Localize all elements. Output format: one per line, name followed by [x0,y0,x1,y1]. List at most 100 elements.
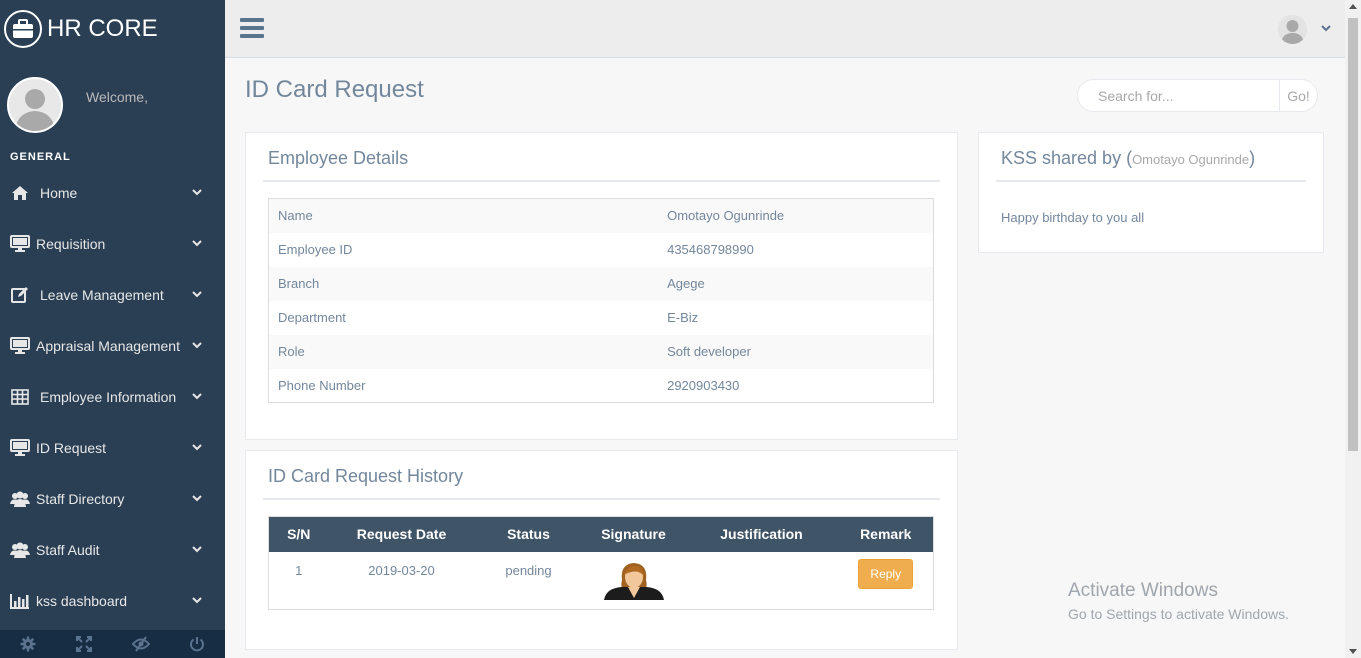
detail-label: Branch [278,276,320,291]
kss-title-prefix: KSS shared by ( [1001,148,1133,168]
table-row: Employee ID 435468798990 [269,233,934,267]
column-header: Status [507,526,550,543]
sidebar-item-label: Requisition [36,235,106,252]
sidebar-item-home[interactable]: Home [0,167,225,218]
cell-request-date: 2019-03-20 [368,562,435,578]
table-row: 1 2019-03-20 pending Reply [269,552,934,610]
panel-title: ID Card Request History [268,466,464,486]
watermark-title: Activate Windows [1068,580,1218,601]
users-icon [10,541,30,559]
scrollbar[interactable] [1345,0,1361,658]
page-title: ID Card Request [245,76,424,103]
sidebar-item-staff-directory[interactable]: Staff Directory [0,473,225,524]
bar-chart-icon [10,592,30,610]
lock-button[interactable] [113,630,169,658]
detail-value: E-Biz [667,310,699,325]
scroll-down-icon[interactable] [1349,649,1357,654]
sidebar-item-label: Leave Management [40,286,164,303]
divider [263,498,940,500]
detail-value: 2920903430 [667,377,740,393]
logout-button[interactable] [169,630,225,658]
sidebar-item-label: Staff Audit [36,541,100,558]
detail-value: Agege [667,276,705,291]
cell-status: pending [505,562,552,578]
chevron-down-icon [192,495,202,502]
search-go-button[interactable]: Go! [1279,80,1317,111]
table-header-row: S/N Request Date Status Signature Justif… [268,516,934,552]
chevron-down-icon [192,393,202,400]
kss-title-suffix: ) [1249,148,1256,168]
scrollbar-thumb[interactable] [1348,18,1358,451]
cell-justification [685,552,839,610]
detail-value: 435468798990 [667,242,754,257]
table-row: Name Omotayo Ogunrinde [268,198,934,233]
sidebar-item-appraisal-management[interactable]: Appraisal Management [0,320,225,371]
divider [996,180,1306,182]
search-group: Go! [1077,79,1318,112]
sidebar-item-label: Appraisal Management [36,337,180,354]
detail-label: Role [278,344,305,359]
home-icon [10,184,30,202]
kss-panel: KSS shared by (Omotayo Ogunrinde) Happy … [978,132,1324,253]
power-icon [189,637,204,652]
chevron-down-icon [192,597,202,604]
chevron-down-icon [192,189,202,196]
sidebar-item-leave-management[interactable]: Leave Management [0,269,225,320]
menu-toggle-icon[interactable] [240,18,264,40]
sidebar-item-label: kss dashboard [36,592,128,609]
table-row: Branch Agege [268,266,934,301]
detail-label: Department [278,310,346,325]
eye-slash-icon [131,636,150,652]
sidebar: HR CORE Welcome, GENERAL Home Requisitio… [0,0,225,658]
search-input[interactable] [1078,80,1279,111]
activate-windows-watermark: Activate Windows Go to Settings to activ… [1068,580,1289,622]
fullscreen-button[interactable] [56,630,112,658]
briefcase-icon [4,9,42,48]
detail-label: Employee ID [278,242,353,257]
brand[interactable]: HR CORE [0,0,225,57]
column-header: Justification [720,526,803,543]
settings-button[interactable] [0,630,56,658]
sidebar-item-requisition[interactable]: Requisition [0,218,225,269]
cell-sn: 1 [295,562,303,578]
column-header: S/N [287,526,311,543]
users-icon [10,490,30,508]
detail-value: Soft developer [667,344,751,359]
column-header: Remark [860,526,912,543]
reply-button[interactable]: Reply [858,558,914,589]
table-row: Phone Number 2920903430 [269,369,934,403]
chevron-down-icon [192,342,202,349]
cell-signature [583,552,685,610]
sidebar-item-id-request[interactable]: ID Request [0,422,225,473]
chevron-down-icon [192,444,202,451]
desktop-icon [10,439,30,457]
panel-title: KSS shared by (Omotayo Ogunrinde) [1001,148,1255,169]
panel-title: Employee Details [268,148,409,168]
desktop-icon [10,235,30,253]
sidebar-footer [0,630,225,658]
settings-icon [20,636,36,652]
cell-remark: Reply [839,552,934,610]
avatar [7,77,63,133]
menu-section-title: GENERAL [10,151,71,163]
sidebar-item-label: Employee Information [40,388,177,405]
scroll-up-icon[interactable] [1349,4,1357,9]
column-header: Signature [601,526,666,543]
user-avatar[interactable] [1278,15,1307,44]
chevron-down-icon [192,291,202,298]
sidebar-item-label: Staff Directory [36,490,125,507]
watermark-subtitle: Go to Settings to activate Windows. [1068,606,1289,622]
sidebar-item-staff-audit[interactable]: Staff Audit [0,524,225,575]
request-history-panel: ID Card Request History S/N Request Date… [245,450,958,650]
sidebar-item-kss-dashboard[interactable]: kss dashboard [0,575,225,626]
fullscreen-icon [76,636,93,652]
desktop-icon [10,337,30,355]
chevron-down-icon[interactable] [1321,23,1331,33]
sidebar-item-employee-information[interactable]: Employee Information [0,371,225,422]
employee-details-panel: Employee Details Name Omotayo Ogunrinde E… [245,132,958,440]
sidebar-item-label: ID Request [36,439,107,456]
chevron-down-icon [192,546,202,553]
employee-details-table: Name Omotayo Ogunrinde Employee ID 4354687… [268,198,934,403]
column-header: Request Date [356,526,447,543]
edit-icon [10,286,30,304]
